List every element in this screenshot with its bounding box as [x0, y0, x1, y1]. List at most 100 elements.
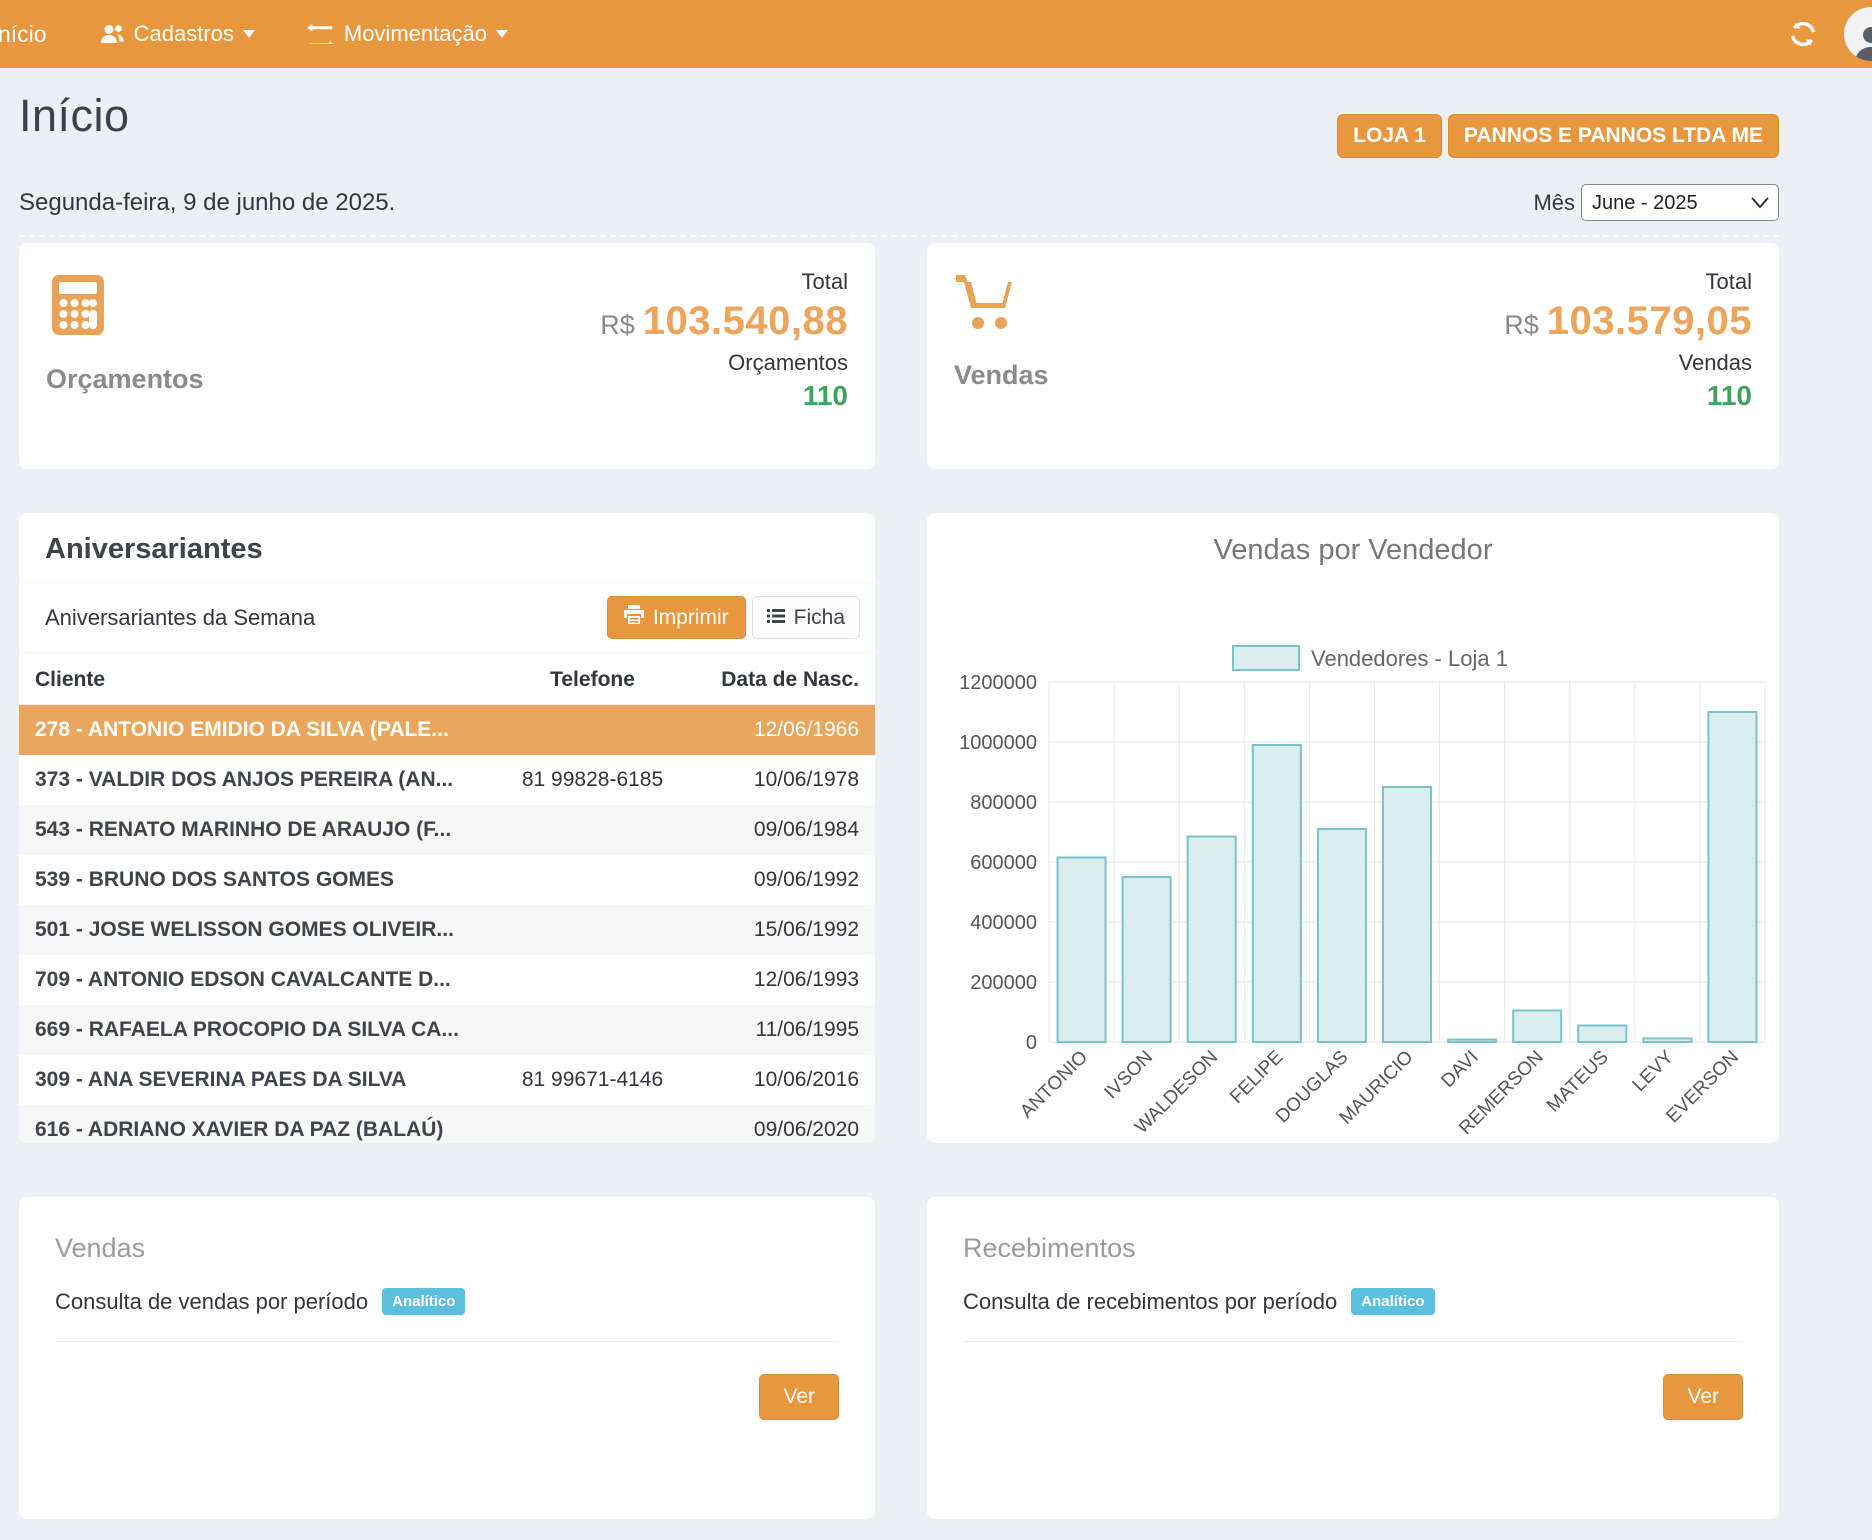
list-icon	[767, 606, 785, 630]
client-phone	[490, 955, 695, 1005]
x-tick-label: DAVI	[1437, 1047, 1482, 1092]
client-name: 543 - RENATO MARINHO DE ARAUJO (F...	[19, 805, 490, 855]
nav-inicio-label: nício	[0, 21, 47, 47]
bar-antonio[interactable]	[1058, 858, 1106, 1043]
count-value: 110	[600, 380, 848, 412]
client-phone	[490, 1105, 695, 1143]
bar-remerson[interactable]	[1513, 1011, 1561, 1043]
refresh-icon[interactable]	[1788, 19, 1818, 49]
store-button[interactable]: LOJA 1	[1337, 114, 1442, 158]
client-name: 309 - ANA SEVERINA PAES DA SILVA	[19, 1055, 490, 1105]
table-row[interactable]: 539 - BRUNO DOS SANTOS GOMES09/06/1992	[19, 855, 875, 905]
client-phone	[490, 1005, 695, 1055]
panel-text: Consulta de recebimentos por período	[963, 1289, 1337, 1315]
vendas-card: Vendas Total R$103.579,05 Vendas 110	[927, 243, 1779, 469]
count-value: 110	[1504, 380, 1752, 412]
client-phone	[490, 905, 695, 955]
table-row[interactable]: 501 - JOSE WELISSON GOMES OLIVEIR... 15/0…	[19, 905, 875, 955]
chart-legend-swatch	[1233, 646, 1299, 670]
month-select[interactable]: June - 2025	[1581, 184, 1779, 221]
caret-down-icon	[496, 30, 508, 38]
company-button[interactable]: PANNOS E PANNOS LTDA ME	[1448, 114, 1779, 158]
client-phone	[490, 855, 695, 905]
nav-movimentacao-label: Movimentação	[344, 21, 487, 47]
client-name: 616 - ADRIANO XAVIER DA PAZ (BALAÚ)	[19, 1105, 490, 1143]
calculator-icon	[46, 324, 110, 341]
nav-cadastros-label: Cadastros	[134, 21, 234, 47]
client-name: 278 - ANTONIO EMIDIO DA SILVA (PALE...	[19, 705, 490, 756]
ficha-button[interactable]: Ficha	[752, 596, 860, 639]
vendas-chart[interactable]: Vendas por VendedorVendedores - Loja 102…	[927, 513, 1779, 1143]
x-tick-label: MATEUS	[1543, 1047, 1613, 1117]
bar-davi[interactable]	[1448, 1040, 1496, 1042]
table-row[interactable]: 309 - ANA SEVERINA PAES DA SILVA81 99671…	[19, 1055, 875, 1105]
client-birthdate: 12/06/1993	[695, 955, 875, 1005]
count-label: Orçamentos	[600, 350, 848, 376]
client-birthdate: 11/06/1995	[695, 1005, 875, 1055]
bar-felipe[interactable]	[1253, 745, 1301, 1042]
divider	[55, 1341, 839, 1342]
printer-icon	[624, 605, 644, 630]
y-tick-label: 600000	[970, 852, 1037, 874]
nav-item-cadastros[interactable]: Cadastros	[73, 0, 281, 68]
avatar[interactable]	[1844, 7, 1872, 61]
bar-levy[interactable]	[1643, 1038, 1691, 1042]
vendas-panel: Vendas Consulta de vendas por período An…	[19, 1197, 875, 1519]
table-row[interactable]: 709 - ANTONIO EDSON CAVALCANTE D... 12/06…	[19, 955, 875, 1005]
print-button[interactable]: Imprimir	[607, 596, 746, 639]
bar-mauricio[interactable]	[1383, 787, 1431, 1042]
client-name: 373 - VALDIR DOS ANJOS PEREIRA (AN...	[19, 755, 490, 805]
bar-mateus[interactable]	[1578, 1026, 1626, 1043]
divider	[19, 235, 1779, 237]
client-name: 669 - RAFAELA PROCOPIO DA SILVA CA...	[19, 1005, 490, 1055]
divider	[963, 1341, 1743, 1342]
total-label: Total	[1504, 269, 1752, 295]
client-name: 501 - JOSE WELISSON GOMES OLIVEIR...	[19, 905, 490, 955]
y-tick-label: 1200000	[959, 672, 1037, 694]
x-tick-label: IVSON	[1101, 1047, 1158, 1104]
bar-waldeson[interactable]	[1188, 837, 1236, 1043]
print-button-label: Imprimir	[653, 606, 729, 630]
client-birthdate: 15/06/1992	[695, 905, 875, 955]
chart-title: Vendas por Vendedor	[1214, 534, 1493, 566]
client-birthdate: 12/06/1966	[695, 705, 875, 756]
orcamentos-card: Orçamentos Total R$103.540,88 Orçamentos…	[19, 243, 875, 469]
col-data-nasc: Data de Nasc.	[695, 653, 875, 705]
table-row[interactable]: 373 - VALDIR DOS ANJOS PEREIRA (AN...81 …	[19, 755, 875, 805]
caret-down-icon	[243, 30, 255, 38]
currency-prefix: R$	[600, 310, 635, 340]
client-birthdate: 09/06/1984	[695, 805, 875, 855]
page-title: Início	[19, 90, 130, 142]
table-row[interactable]: 543 - RENATO MARINHO DE ARAUJO (F... 09/0…	[19, 805, 875, 855]
bar-everson[interactable]	[1708, 712, 1756, 1042]
y-tick-label: 400000	[970, 912, 1037, 934]
table-row[interactable]: 669 - RAFAELA PROCOPIO DA SILVA CA... 11/…	[19, 1005, 875, 1055]
table-row[interactable]: 278 - ANTONIO EMIDIO DA SILVA (PALE... 12…	[19, 705, 875, 756]
col-cliente: Cliente	[19, 653, 490, 705]
ficha-button-label: Ficha	[794, 606, 845, 630]
client-name: 709 - ANTONIO EDSON CAVALCANTE D...	[19, 955, 490, 1005]
page-date: Segunda-feira, 9 de junho de 2025.	[19, 189, 395, 217]
table-row[interactable]: 616 - ADRIANO XAVIER DA PAZ (BALAÚ) 09/06…	[19, 1105, 875, 1143]
card-title: Vendas	[954, 360, 1049, 391]
nav-item-movimentacao[interactable]: Movimentação	[281, 0, 534, 68]
birthdays-subtitle: Aniversariantes da Semana	[45, 605, 315, 631]
client-phone: 81 99671-4146	[490, 1055, 695, 1105]
bar-ivson[interactable]	[1123, 877, 1171, 1042]
x-tick-label: LEVY	[1629, 1046, 1678, 1095]
ver-button[interactable]: Ver	[1663, 1374, 1743, 1420]
panel-text: Consulta de vendas por período	[55, 1289, 368, 1315]
nav-item-inicio[interactable]: nício	[0, 21, 73, 48]
x-tick-label: ANTONIO	[1016, 1047, 1092, 1123]
analitico-badge: Analítico	[1351, 1288, 1434, 1315]
count-label: Vendas	[1504, 350, 1752, 376]
client-birthdate: 09/06/2020	[695, 1105, 875, 1143]
client-phone: 81 99828-6185	[490, 755, 695, 805]
x-tick-label: FELIPE	[1226, 1047, 1287, 1108]
analitico-badge: Analítico	[382, 1288, 465, 1315]
recebimentos-panel: Recebimentos Consulta de recebimentos po…	[927, 1197, 1779, 1519]
birthday-table-body: 278 - ANTONIO EMIDIO DA SILVA (PALE... 12…	[19, 705, 875, 1144]
client-phone	[490, 705, 695, 756]
bar-douglas[interactable]	[1318, 829, 1366, 1042]
ver-button[interactable]: Ver	[759, 1374, 839, 1420]
